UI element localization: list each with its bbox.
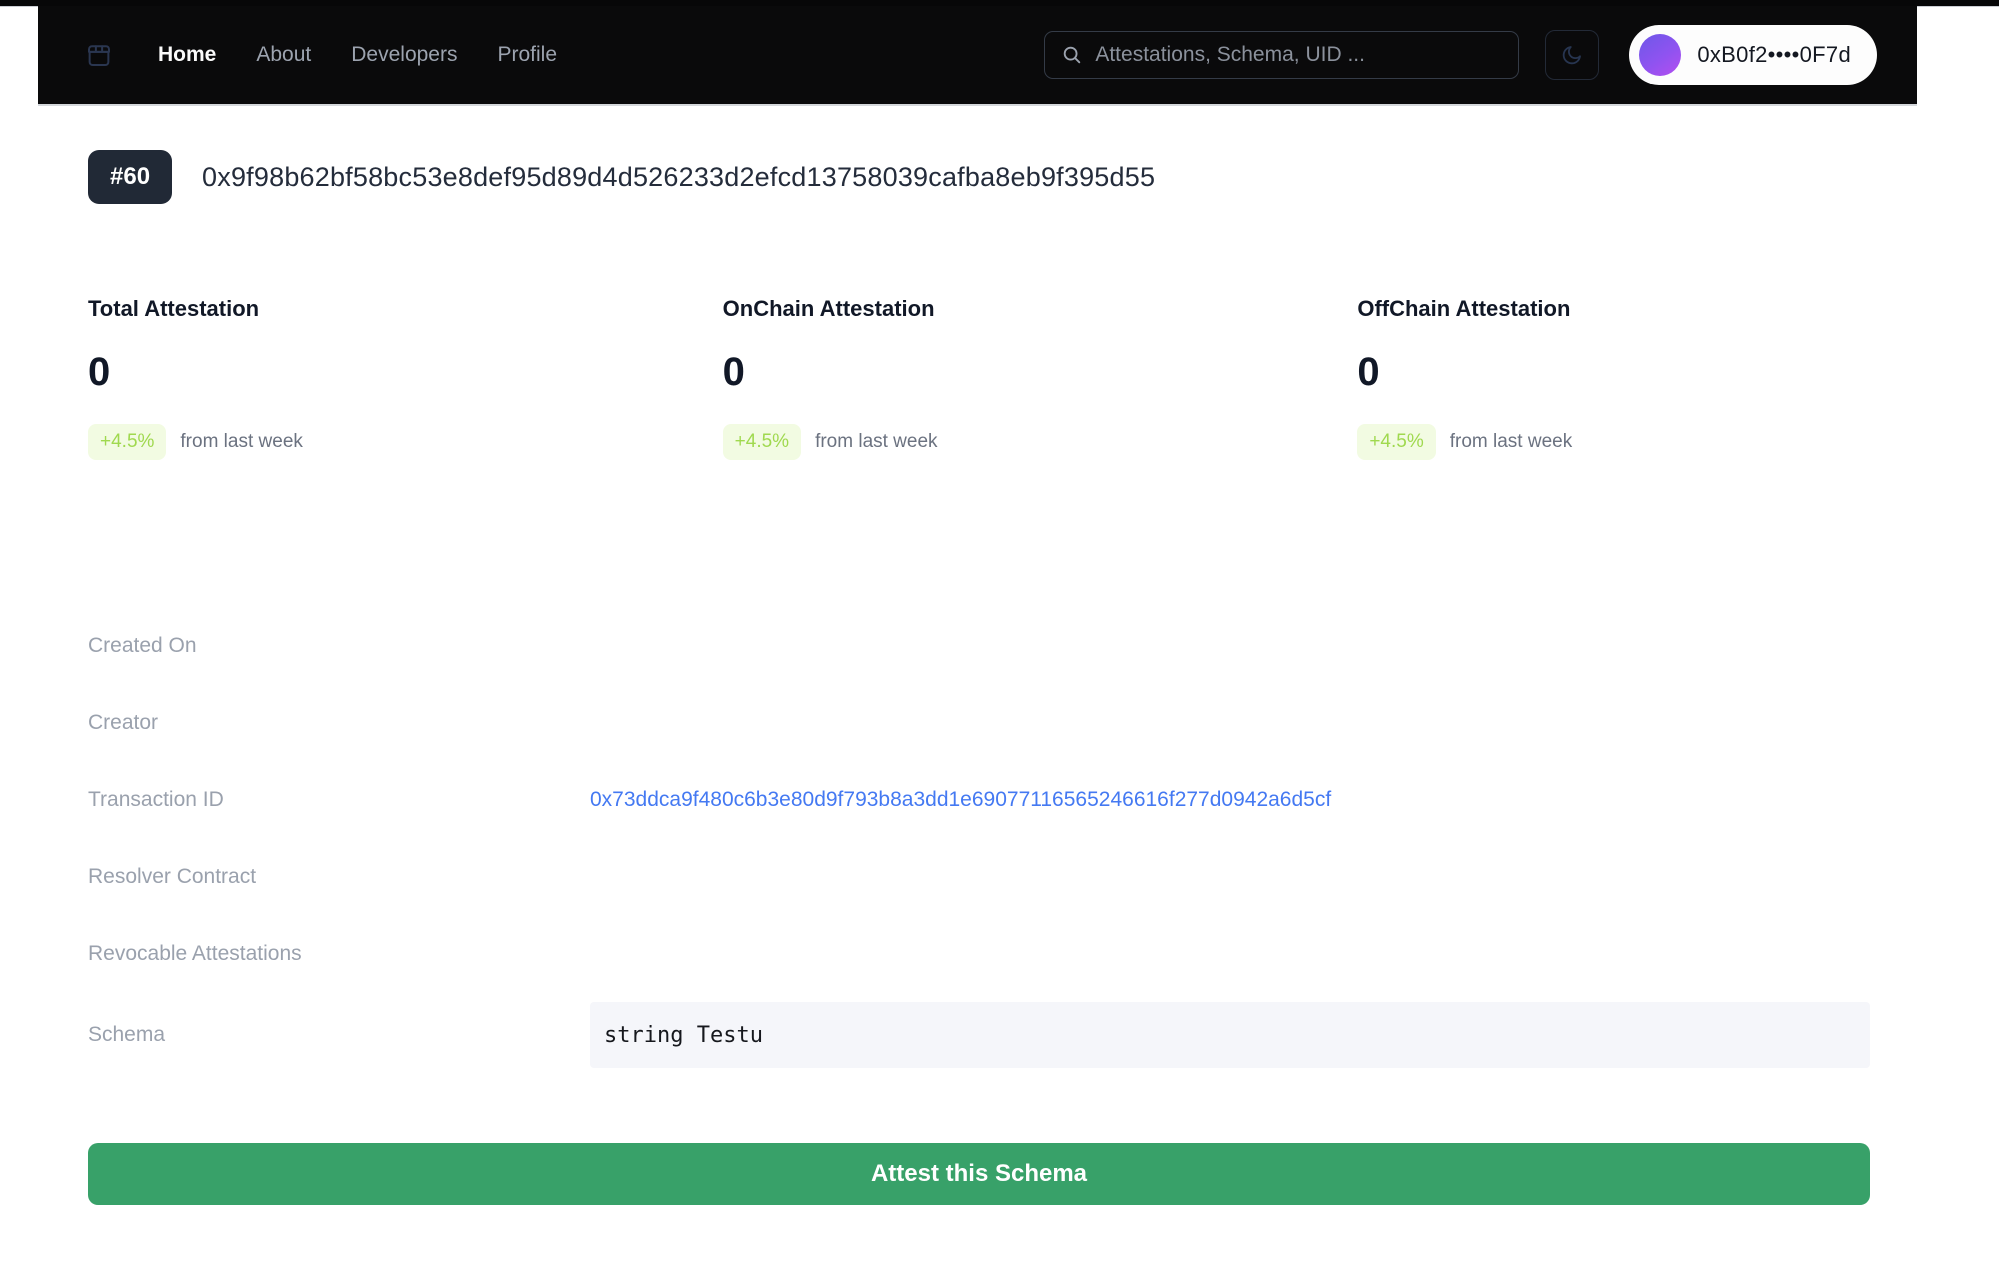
wallet-avatar [1639,34,1681,76]
package-icon [84,39,114,71]
stats-grid: Total Attestation 0 +4.5% from last week… [88,296,1992,460]
stat-card-offchain: OffChain Attestation 0 +4.5% from last w… [1357,296,1992,460]
detail-row-creator: Creator [88,684,1870,761]
moon-icon [1560,43,1584,67]
stat-delta-note: from last week [815,431,937,453]
search-input[interactable] [1095,43,1502,67]
stat-footer: +4.5% from last week [88,424,723,460]
search-icon [1061,44,1083,66]
detail-label: Resolver Contract [88,865,590,889]
detail-row-revocable-attestations: Revocable Attestations [88,915,1870,992]
nav-links: Home About Developers Profile [158,43,557,67]
theme-toggle-button[interactable] [1545,30,1599,80]
stat-value: 0 [88,348,723,396]
nav-link-about[interactable]: About [256,43,311,67]
detail-label: Transaction ID [88,788,590,812]
wallet-address: 0xB0f2••••0F7d [1697,42,1851,68]
stat-card-onchain: OnChain Attestation 0 +4.5% from last we… [723,296,1358,460]
detail-row-schema: Schema string Testu [88,992,1870,1078]
transaction-link[interactable]: 0x73ddca9f480c6b3e80d9f793b8a3dd1e690771… [590,788,1870,812]
schema-header: #60 0x9f98b62bf58bc53e8def95d89d4d526233… [88,150,1155,204]
detail-label: Creator [88,711,590,735]
stat-title: OffChain Attestation [1357,296,1992,322]
stat-title: Total Attestation [88,296,723,322]
stat-footer: +4.5% from last week [1357,424,1992,460]
app-logo[interactable] [82,38,116,72]
navbar: Home About Developers Profile 0x [38,6,1917,104]
stat-value: 0 [1357,348,1992,396]
nav-link-profile[interactable]: Profile [497,43,557,67]
page: Home About Developers Profile 0x [0,0,1999,1267]
stat-delta-note: from last week [180,431,302,453]
detail-label: Revocable Attestations [88,942,590,966]
detail-row-created-on: Created On [88,607,1870,684]
wallet-button[interactable]: 0xB0f2••••0F7d [1629,25,1877,85]
detail-label: Schema [88,1023,590,1047]
stat-value: 0 [723,348,1358,396]
stat-card-total: Total Attestation 0 +4.5% from last week [88,296,723,460]
attest-schema-button[interactable]: Attest this Schema [88,1143,1870,1205]
detail-label: Created On [88,634,590,658]
stat-title: OnChain Attestation [723,296,1358,322]
search-box[interactable] [1044,31,1519,79]
stat-footer: +4.5% from last week [723,424,1358,460]
stat-delta-note: from last week [1450,431,1572,453]
details-list: Created On Creator Transaction ID 0x73dd… [88,607,1870,1078]
stat-delta-badge: +4.5% [1357,424,1435,460]
detail-row-resolver-contract: Resolver Contract [88,838,1870,915]
schema-number-badge: #60 [88,150,172,204]
stat-delta-badge: +4.5% [723,424,801,460]
nav-link-home[interactable]: Home [158,43,216,67]
detail-row-transaction-id: Transaction ID 0x73ddca9f480c6b3e80d9f79… [88,761,1870,838]
schema-uid: 0x9f98b62bf58bc53e8def95d89d4d526233d2ef… [202,162,1155,193]
stat-delta-badge: +4.5% [88,424,166,460]
schema-code-block: string Testu [590,1002,1870,1068]
nav-link-developers[interactable]: Developers [351,43,457,67]
